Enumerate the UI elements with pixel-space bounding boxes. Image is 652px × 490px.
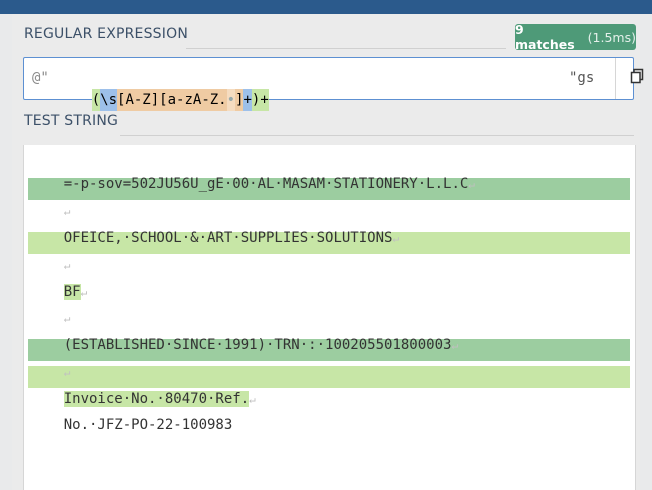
test-line: ↵ [30,339,71,379]
test-line: ↵ [30,232,71,272]
newline-icon: ↵ [451,339,459,352]
app-header-bar [0,0,652,14]
regex-token: )+ [251,89,269,111]
divider [186,48,506,49]
regex-token: ( [91,89,101,111]
line-text: =-p-sov=502JU56U_gE·00·AL·MASAM·STATIONE… [63,176,469,192]
test-line: =-p-sov=502JU56U_gE·00·AL·MASAM·STATIONE… [30,151,475,192]
test-line: ↵ [30,178,71,218]
regex-flags[interactable]: "gs [569,70,594,86]
match-count: 9 matches [515,22,575,52]
regex-token: \s [100,89,118,111]
newline-icon: ↵ [392,232,400,245]
line-text: No.·JFZ-PO-22-100983 [63,417,233,433]
regex-delimiter-prefix: @" [32,70,49,86]
newline-icon: ↵ [468,178,475,191]
regex-token: [A-Z] [117,89,160,111]
copy-button[interactable] [616,58,652,99]
divider [120,135,634,136]
regex-token: ] [235,89,244,111]
test-line: Invoice·No.·80470·Ref.↵ [30,366,256,407]
line-text: OFEICE,·SCHOOL·&·ART·SUPPLIES·SOLUTIONS [63,230,393,246]
regex-token: + [243,89,252,111]
copy-icon [629,68,645,89]
test-line: BF↵ [30,259,87,300]
regex-token: • [226,89,236,111]
regex-section-title: REGULAR EXPRESSION [24,26,188,42]
test-line: OFEICE,·SCHOOL·&·ART·SUPPLIES·SOLUTIONS↵ [30,205,399,246]
match-duration: (1.5ms) [587,29,636,45]
newline-icon: ↵ [80,286,88,299]
regex-token: [a-zA-Z. [159,89,227,111]
match-count-badge: 9 matches (1.5ms) [515,22,636,52]
test-string-editor[interactable]: =-p-sov=502JU56U_gE·00·AL·MASAM·STATIONE… [23,145,636,490]
newline-icon: ↵ [249,393,256,406]
regex-input[interactable]: @" (\s[A-Z][a-zA-Z.•]+)+ "gs [23,57,643,111]
test-line: ↵ [30,285,71,325]
test-line: No.·JFZ-PO-22-100983 [30,392,233,433]
test-line: (ESTABLISHED·SINCE·1991)·TRN·:·100205501… [30,312,458,353]
line-text: (ESTABLISHED·SINCE·1991)·TRN·:·100205501… [63,337,452,353]
test-section-title: TEST STRING [24,113,119,129]
